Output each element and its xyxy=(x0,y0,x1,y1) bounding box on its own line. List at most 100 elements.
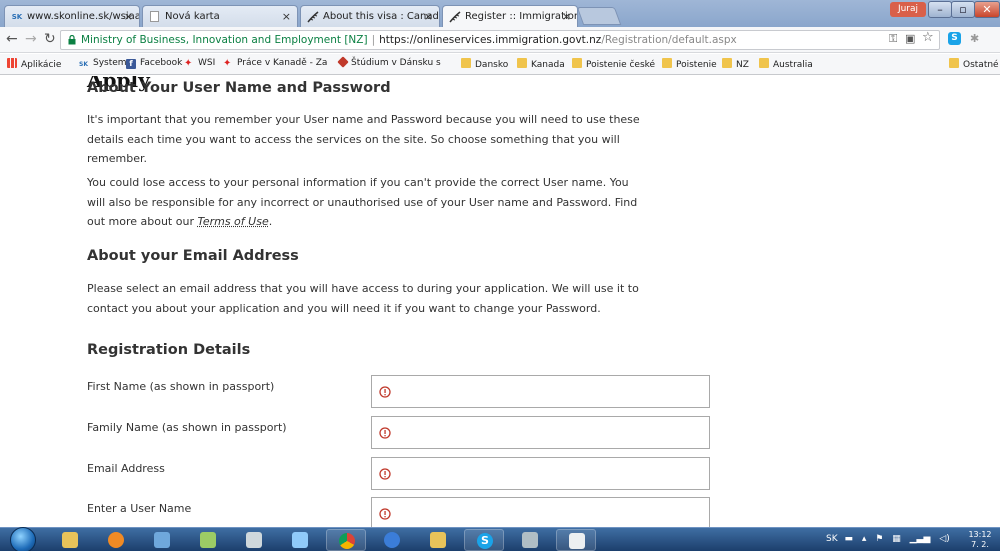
network-icon[interactable]: ▦ xyxy=(892,534,901,544)
family-name-label: Family Name (as shown in passport) xyxy=(87,421,287,434)
reload-icon[interactable]: ↻ xyxy=(44,31,56,47)
bookmark-studium[interactable]: Štúdium v Dánsku s xyxy=(339,58,441,68)
tab-about-visa[interactable]: About this visa : Canada × xyxy=(300,5,440,27)
taskbar-word[interactable] xyxy=(556,529,596,551)
apps-icon xyxy=(7,58,17,68)
folder-icon xyxy=(662,58,672,68)
user-name-input[interactable] xyxy=(398,502,704,526)
bookmark-facebook[interactable]: f Facebook xyxy=(126,58,182,69)
taskbar-media-player[interactable] xyxy=(96,529,136,551)
folder-icon xyxy=(461,58,471,68)
page-content: Apply About Your User Name and Password … xyxy=(0,76,1000,527)
flag-icon[interactable]: ⚑ xyxy=(875,534,883,544)
taskbar-library[interactable] xyxy=(418,529,458,551)
taskbar-notes[interactable] xyxy=(234,529,274,551)
bookmark-wsi[interactable]: ✦ WSI xyxy=(184,58,215,69)
lock-icon xyxy=(68,35,76,45)
bookmark-poistenie-ceske[interactable]: Poistenie české xyxy=(572,58,655,70)
error-icon xyxy=(379,468,391,480)
first-name-label: First Name (as shown in passport) xyxy=(87,380,274,393)
bookmark-system[interactable]: SK System xyxy=(79,58,127,71)
taskbar-documents[interactable] xyxy=(510,529,550,551)
paragraph-text: You could lose access to your personal i… xyxy=(87,176,637,228)
extension-icon[interactable]: ✱ xyxy=(970,32,979,45)
bookmark-star-icon[interactable]: ☆ xyxy=(922,30,934,45)
taskbar-notepad[interactable] xyxy=(188,529,228,551)
bookmark-label: Dansko xyxy=(475,60,508,70)
blank-page-icon xyxy=(150,11,159,22)
volume-icon[interactable]: ◁) xyxy=(939,534,949,544)
bookmark-poistenie[interactable]: Poistenie xyxy=(662,58,717,70)
close-window-icon[interactable]: ✕ xyxy=(974,1,1000,18)
tab-skonline[interactable]: SK www.skonline.sk/wsiaapp × xyxy=(4,5,140,27)
first-name-input[interactable] xyxy=(398,380,704,404)
first-name-field[interactable] xyxy=(371,375,710,408)
forward-arrow-icon[interactable]: → xyxy=(25,31,37,47)
bookmark-label: Práce v Kanadě - Za xyxy=(237,58,327,68)
translate-icon[interactable]: ▣ xyxy=(905,32,915,45)
language-indicator[interactable]: SK xyxy=(826,534,838,544)
tab-nova-karta[interactable]: Nová karta × xyxy=(142,5,298,27)
bookmark-label: Ostatné xyxy=(963,60,999,70)
maple-leaf-icon: ✦ xyxy=(223,59,233,69)
folder-icon xyxy=(949,58,959,68)
bookmark-label: Aplikácie xyxy=(21,60,61,70)
new-tab-button[interactable] xyxy=(577,7,622,25)
email-address-label: Email Address xyxy=(87,462,165,475)
bookmark-dansko[interactable]: Dansko xyxy=(461,58,508,70)
minimize-icon[interactable]: – xyxy=(928,1,952,18)
url-path: /Registration/default.aspx xyxy=(601,34,736,46)
close-tab-icon[interactable]: × xyxy=(282,10,291,23)
taskbar-paint[interactable] xyxy=(280,529,320,551)
tray-expand-icon[interactable]: ▴ xyxy=(862,534,867,544)
maximize-icon[interactable]: ▫ xyxy=(951,1,975,18)
address-bar[interactable]: Ministry of Business, Innovation and Emp… xyxy=(60,30,940,50)
email-address-field[interactable] xyxy=(371,457,710,490)
folder-icon xyxy=(722,58,732,68)
close-tab-icon[interactable]: × xyxy=(562,10,571,23)
document-icon xyxy=(569,533,585,549)
bookmark-label: Štúdium v Dánsku s xyxy=(351,58,441,68)
folder-icon xyxy=(572,58,582,68)
user-name-field[interactable] xyxy=(371,497,710,527)
keyboard-icon[interactable]: ▬ xyxy=(845,534,854,544)
taskbar-ccleaner[interactable] xyxy=(372,529,412,551)
clock[interactable]: 13:12 7. 2. 2018 xyxy=(960,530,1000,551)
profile-button[interactable]: Juraj xyxy=(890,2,926,17)
fern-icon xyxy=(307,11,319,23)
terms-of-use-link[interactable]: Terms of Use xyxy=(197,215,268,228)
family-name-input[interactable] xyxy=(398,421,704,445)
bookmark-label: Australia xyxy=(773,60,813,70)
tab-register[interactable]: Register :: Immigration N × xyxy=(442,5,578,28)
back-arrow-icon[interactable]: ← xyxy=(6,31,18,47)
paragraph-lose-access: You could lose access to your personal i… xyxy=(87,173,647,232)
signal-icon[interactable]: ▁▃▅ xyxy=(910,534,931,544)
sk-icon: SK xyxy=(79,61,89,71)
bookmark-label: NZ xyxy=(736,60,749,70)
taskbar-computer[interactable] xyxy=(142,529,182,551)
email-address-input[interactable] xyxy=(398,462,704,486)
bookmark-label: WSI xyxy=(198,58,215,68)
bookmark-kanada[interactable]: Kanada xyxy=(517,58,565,70)
key-icon[interactable]: ⚿ xyxy=(889,32,897,46)
taskbar-explorer[interactable] xyxy=(50,529,90,551)
bookmark-ostatne[interactable]: Ostatné xyxy=(949,58,999,70)
paragraph-email-info: Please select an email address that you … xyxy=(87,279,647,318)
close-tab-icon[interactable]: × xyxy=(424,10,433,23)
bookmark-aplikacie[interactable]: Aplikácie xyxy=(7,58,61,70)
notes-icon xyxy=(246,532,262,548)
bookmark-australia[interactable]: Australia xyxy=(759,58,813,70)
taskbar-skype[interactable]: S xyxy=(464,529,504,551)
paragraph-remember-credentials: It's important that you remember your Us… xyxy=(87,110,647,169)
maple-leaf-icon: ✦ xyxy=(184,59,194,69)
bookmark-prace-v-kanade[interactable]: ✦ Práce v Kanadě - Za xyxy=(223,58,327,69)
bookmark-label: Facebook xyxy=(140,58,182,68)
close-tab-icon[interactable]: × xyxy=(124,10,133,23)
folder-icon xyxy=(62,532,78,548)
start-button[interactable] xyxy=(10,527,36,551)
notepad-icon xyxy=(200,532,216,548)
taskbar-chrome[interactable] xyxy=(326,529,366,551)
bookmark-nz[interactable]: NZ xyxy=(722,58,749,70)
skype-extension-icon[interactable]: S xyxy=(948,32,961,45)
family-name-field[interactable] xyxy=(371,416,710,449)
